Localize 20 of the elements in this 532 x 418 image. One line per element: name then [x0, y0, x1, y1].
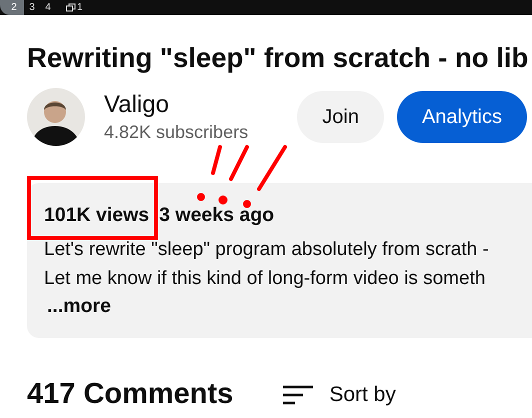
- window-count-label: 1: [77, 2, 83, 13]
- windows-icon: [66, 3, 76, 12]
- workspace-tab[interactable]: 4: [40, 0, 56, 15]
- sort-button[interactable]: Sort by: [283, 382, 396, 406]
- more-link[interactable]: ...more: [47, 295, 111, 318]
- window-count[interactable]: 1: [66, 2, 83, 13]
- description-text: Let's rewrite "sleep" program absolutely from scrath -: [44, 238, 490, 261]
- sort-icon: [283, 384, 314, 404]
- analytics-button[interactable]: Analytics: [396, 91, 527, 143]
- join-button[interactable]: Join: [297, 91, 384, 143]
- video-title: Rewriting "sleep" from scratch - no lib: [27, 42, 530, 74]
- view-count: 101K views: [44, 204, 150, 227]
- upload-age: 3 weeks ago: [159, 204, 274, 227]
- workspace-tab[interactable]: 2: [0, 0, 24, 15]
- description-panel[interactable]: 101K views 3 weeks ago Let's rewrite "sleep" program absolutely from scrath - Let me know if this kind of long-form video is someth ...more: [27, 183, 532, 338]
- comment-count: 417 Comments: [27, 378, 234, 411]
- subscriber-count: 4.82K subscribers: [104, 122, 248, 143]
- channel-name[interactable]: Valigo: [104, 91, 248, 119]
- workspace-tab[interactable]: 3: [24, 0, 40, 15]
- description-text: Let me know if this kind of long-form video is someth: [44, 267, 486, 290]
